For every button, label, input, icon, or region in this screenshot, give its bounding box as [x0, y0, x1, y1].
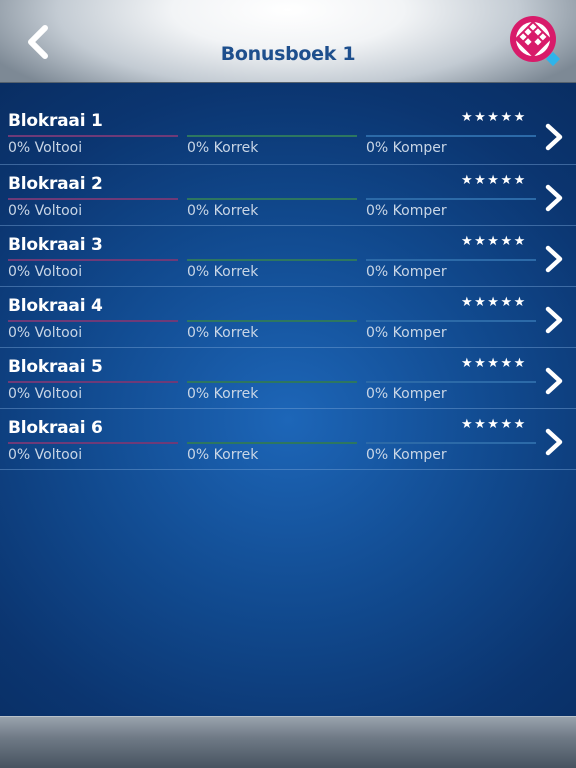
komper-stat: 0% Komper	[366, 386, 447, 402]
komper-bar	[366, 381, 536, 383]
puzzle-title: Blokraai 3	[8, 235, 103, 255]
voltooi-stat: 0% Voltooi	[8, 325, 83, 341]
star-rating: ★★★★★	[461, 295, 527, 310]
voltooi-bar	[8, 135, 178, 137]
komper-stat: 0% Komper	[366, 203, 447, 219]
korrek-stat: 0% Korrek	[187, 264, 259, 280]
voltooi-stat: 0% Voltooi	[8, 264, 83, 280]
voltooi-bar	[8, 259, 178, 261]
puzzle-title: Blokraai 2	[8, 174, 103, 194]
korrek-bar	[187, 320, 357, 322]
korrek-stat: 0% Korrek	[187, 447, 259, 463]
voltooi-stat: 0% Voltooi	[8, 203, 83, 219]
komper-bar	[366, 259, 536, 261]
puzzle-logo-icon	[510, 16, 561, 67]
komper-stat: 0% Komper	[366, 447, 447, 463]
korrek-bar	[187, 135, 357, 137]
chevron-right-icon	[545, 184, 563, 212]
korrek-bar	[187, 198, 357, 200]
star-rating: ★★★★★	[461, 173, 527, 188]
voltooi-stat: 0% Voltooi	[8, 140, 83, 156]
voltooi-bar	[8, 381, 178, 383]
star-rating: ★★★★★	[461, 110, 527, 125]
puzzle-title: Blokraai 6	[8, 418, 103, 438]
puzzle-list: Blokraai 1 ★★★★★ 0% Voltooi 0% Korrek 0%…	[0, 102, 576, 470]
voltooi-stat: 0% Voltooi	[8, 386, 83, 402]
chevron-right-icon	[545, 123, 563, 151]
korrek-stat: 0% Korrek	[187, 203, 259, 219]
korrek-bar	[187, 259, 357, 261]
korrek-bar	[187, 442, 357, 444]
star-rating: ★★★★★	[461, 234, 527, 249]
korrek-stat: 0% Korrek	[187, 140, 259, 156]
puzzle-row[interactable]: Blokraai 4 ★★★★★ 0% Voltooi 0% Korrek 0%…	[0, 287, 576, 348]
puzzle-row[interactable]: Blokraai 2 ★★★★★ 0% Voltooi 0% Korrek 0%…	[0, 165, 576, 226]
bottom-toolbar	[0, 716, 576, 768]
voltooi-bar	[8, 442, 178, 444]
puzzle-logo-button[interactable]	[508, 14, 562, 68]
komper-stat: 0% Komper	[366, 140, 447, 156]
puzzle-row[interactable]: Blokraai 3 ★★★★★ 0% Voltooi 0% Korrek 0%…	[0, 226, 576, 287]
header-bar: Bonusboek 1	[0, 0, 576, 83]
chevron-right-icon	[545, 306, 563, 334]
korrek-stat: 0% Korrek	[187, 386, 259, 402]
komper-bar	[366, 135, 536, 137]
puzzle-row[interactable]: Blokraai 5 ★★★★★ 0% Voltooi 0% Korrek 0%…	[0, 348, 576, 409]
komper-stat: 0% Komper	[366, 264, 447, 280]
chevron-right-icon	[545, 428, 563, 456]
puzzle-title: Blokraai 1	[8, 111, 103, 131]
voltooi-bar	[8, 198, 178, 200]
star-rating: ★★★★★	[461, 356, 527, 371]
star-rating: ★★★★★	[461, 417, 527, 432]
puzzle-title: Blokraai 5	[8, 357, 103, 377]
korrek-bar	[187, 381, 357, 383]
puzzle-title: Blokraai 4	[8, 296, 103, 316]
puzzle-row[interactable]: Blokraai 1 ★★★★★ 0% Voltooi 0% Korrek 0%…	[0, 102, 576, 165]
puzzle-row[interactable]: Blokraai 6 ★★★★★ 0% Voltooi 0% Korrek 0%…	[0, 409, 576, 470]
korrek-stat: 0% Korrek	[187, 325, 259, 341]
komper-bar	[366, 320, 536, 322]
voltooi-stat: 0% Voltooi	[8, 447, 83, 463]
page-title: Bonusboek 1	[220, 43, 356, 65]
screen: Bonusboek 1 Blokraai 1 ★★★★★ 0% Voltooi …	[0, 0, 576, 768]
komper-stat: 0% Komper	[366, 325, 447, 341]
voltooi-bar	[8, 320, 178, 322]
chevron-right-icon	[545, 245, 563, 273]
komper-bar	[366, 442, 536, 444]
komper-bar	[366, 198, 536, 200]
chevron-right-icon	[545, 367, 563, 395]
